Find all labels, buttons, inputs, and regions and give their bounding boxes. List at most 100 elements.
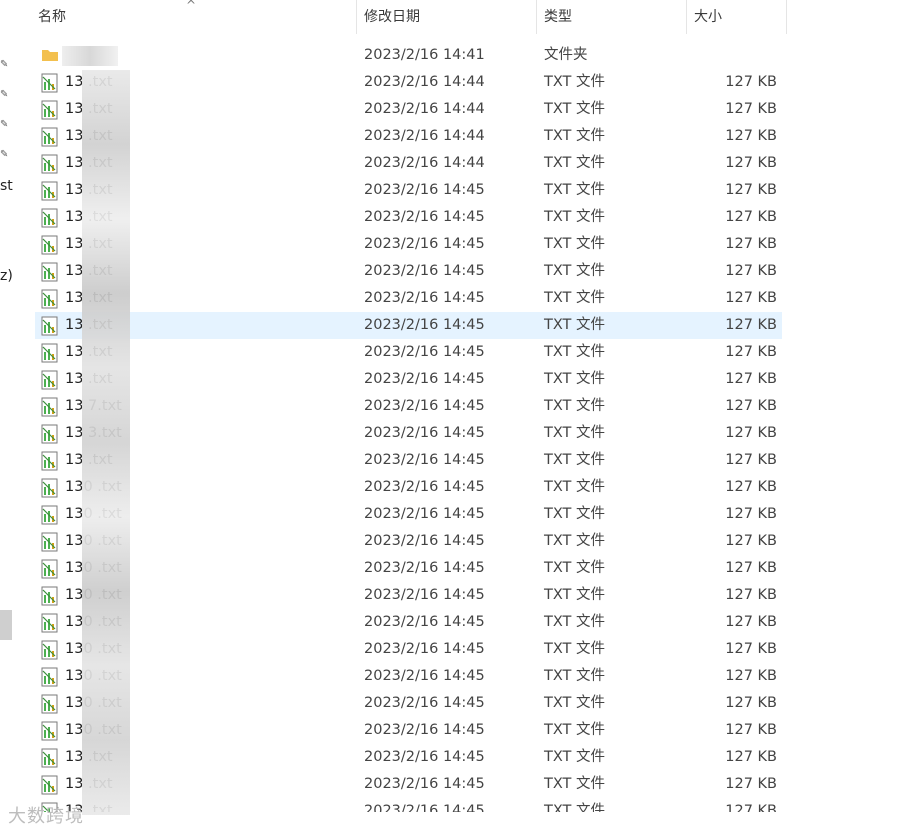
column-divider[interactable] bbox=[536, 0, 537, 34]
file-size: 127 KB bbox=[725, 290, 777, 306]
file-row[interactable]: 13 .txt2023/2/16 14:45TXT 文件127 KB bbox=[35, 312, 782, 339]
file-type: TXT 文件 bbox=[544, 344, 606, 360]
txt-file-icon bbox=[41, 235, 59, 255]
file-row[interactable]: 13 .txt2023/2/16 14:44TXT 文件127 KB bbox=[35, 69, 782, 96]
file-type: TXT 文件 bbox=[544, 641, 606, 657]
file-row[interactable]: 130 .txt2023/2/16 14:45TXT 文件127 KB bbox=[35, 528, 782, 555]
file-size: 127 KB bbox=[725, 398, 777, 414]
file-type: TXT 文件 bbox=[544, 398, 606, 414]
txt-file-icon bbox=[41, 586, 59, 606]
modified-date: 2023/2/16 14:45 bbox=[364, 398, 485, 414]
file-type: TXT 文件 bbox=[544, 425, 606, 441]
file-row[interactable]: 130 .txt2023/2/16 14:45TXT 文件127 KB bbox=[35, 474, 782, 501]
file-type: TXT 文件 bbox=[544, 155, 606, 171]
file-row[interactable]: 13 .txt2023/2/16 14:45TXT 文件127 KB bbox=[35, 447, 782, 474]
txt-file-icon bbox=[41, 262, 59, 282]
file-type: TXT 文件 bbox=[544, 749, 606, 765]
file-row[interactable]: 13 .txt2023/2/16 14:44TXT 文件127 KB bbox=[35, 123, 782, 150]
file-size: 127 KB bbox=[725, 641, 777, 657]
modified-date: 2023/2/16 14:45 bbox=[364, 209, 485, 225]
file-row[interactable]: 130 .txt2023/2/16 14:45TXT 文件127 KB bbox=[35, 609, 782, 636]
modified-date: 2023/2/16 14:45 bbox=[364, 479, 485, 495]
file-type: TXT 文件 bbox=[544, 290, 606, 306]
modified-date: 2023/2/16 14:41 bbox=[364, 47, 485, 63]
file-row[interactable]: 13 .txt2023/2/16 14:45TXT 文件127 KB bbox=[35, 231, 782, 258]
column-divider[interactable] bbox=[356, 0, 357, 34]
file-row[interactable]: 13 .txt2023/2/16 14:45TXT 文件127 KB bbox=[35, 771, 782, 798]
file-type: 文件夹 bbox=[544, 47, 588, 63]
file-row[interactable]: 13 .txt2023/2/16 14:44TXT 文件127 KB bbox=[35, 96, 782, 123]
file-type: TXT 文件 bbox=[544, 236, 606, 252]
file-row[interactable]: 13 .txt2023/2/16 14:45TXT 文件127 KB bbox=[35, 366, 782, 393]
file-row[interactable]: 130 .txt2023/2/16 14:45TXT 文件127 KB bbox=[35, 663, 782, 690]
modified-date: 2023/2/16 14:45 bbox=[364, 317, 485, 333]
file-size: 127 KB bbox=[725, 479, 777, 495]
file-size: 127 KB bbox=[725, 425, 777, 441]
modified-date: 2023/2/16 14:45 bbox=[364, 641, 485, 657]
file-row[interactable]: 13 .txt2023/2/16 14:45TXT 文件127 KB bbox=[35, 285, 782, 312]
file-row[interactable]: 13 .txt2023/2/16 14:44TXT 文件127 KB bbox=[35, 150, 782, 177]
file-type: TXT 文件 bbox=[544, 533, 606, 549]
file-row[interactable]: 13 .txt2023/2/16 14:45TXT 文件127 KB bbox=[35, 798, 782, 812]
folder-row[interactable]: 2023/2/16 14:41 文件夹 bbox=[35, 42, 782, 69]
redaction-blur bbox=[62, 46, 118, 66]
file-size: 127 KB bbox=[725, 263, 777, 279]
file-row[interactable]: 130 .txt2023/2/16 14:45TXT 文件127 KB bbox=[35, 717, 782, 744]
file-size: 127 KB bbox=[725, 101, 777, 117]
file-row[interactable]: 13 .txt2023/2/16 14:45TXT 文件127 KB bbox=[35, 339, 782, 366]
file-row[interactable]: 13 .txt2023/2/16 14:45TXT 文件127 KB bbox=[35, 744, 782, 771]
txt-file-icon bbox=[41, 721, 59, 741]
file-row[interactable]: 130 .txt2023/2/16 14:45TXT 文件127 KB bbox=[35, 690, 782, 717]
file-row[interactable]: 13 .txt2023/2/16 14:45TXT 文件127 KB bbox=[35, 204, 782, 231]
file-type: TXT 文件 bbox=[544, 668, 606, 684]
modified-date: 2023/2/16 14:45 bbox=[364, 533, 485, 549]
folder-icon bbox=[41, 46, 59, 66]
modified-date: 2023/2/16 14:45 bbox=[364, 668, 485, 684]
file-row[interactable]: 13 .txt2023/2/16 14:45TXT 文件127 KB bbox=[35, 177, 782, 204]
column-header-date[interactable]: 修改日期 bbox=[364, 0, 420, 34]
modified-date: 2023/2/16 14:45 bbox=[364, 290, 485, 306]
file-row[interactable]: 13 3.txt2023/2/16 14:45TXT 文件127 KB bbox=[35, 420, 782, 447]
column-header-type[interactable]: 类型 bbox=[544, 0, 572, 34]
txt-file-icon bbox=[41, 451, 59, 471]
txt-file-icon bbox=[41, 748, 59, 768]
file-size: 127 KB bbox=[725, 722, 777, 738]
file-row[interactable]: 13 7.txt2023/2/16 14:45TXT 文件127 KB bbox=[35, 393, 782, 420]
txt-file-icon bbox=[41, 667, 59, 687]
file-type: TXT 文件 bbox=[544, 479, 606, 495]
txt-file-icon bbox=[41, 127, 59, 147]
file-type: TXT 文件 bbox=[544, 101, 606, 117]
file-size: 127 KB bbox=[725, 533, 777, 549]
file-row[interactable]: 130 .txt2023/2/16 14:45TXT 文件127 KB bbox=[35, 501, 782, 528]
modified-date: 2023/2/16 14:45 bbox=[364, 722, 485, 738]
sort-ascending-icon: ^ bbox=[186, 0, 197, 12]
file-type: TXT 文件 bbox=[544, 614, 606, 630]
column-header-name[interactable]: 名称 bbox=[38, 0, 66, 34]
column-header-size[interactable]: 大小 bbox=[694, 0, 722, 34]
file-size: 127 KB bbox=[725, 155, 777, 171]
modified-date: 2023/2/16 14:45 bbox=[364, 614, 485, 630]
file-type: TXT 文件 bbox=[544, 209, 606, 225]
txt-file-icon bbox=[41, 397, 59, 417]
file-row[interactable]: 130 .txt2023/2/16 14:45TXT 文件127 KB bbox=[35, 582, 782, 609]
txt-file-icon bbox=[41, 505, 59, 525]
modified-date: 2023/2/16 14:44 bbox=[364, 74, 485, 90]
file-size: 127 KB bbox=[725, 452, 777, 468]
column-divider[interactable] bbox=[786, 0, 787, 34]
column-divider[interactable] bbox=[686, 0, 687, 34]
modified-date: 2023/2/16 14:44 bbox=[364, 128, 485, 144]
file-size: 127 KB bbox=[725, 749, 777, 765]
modified-date: 2023/2/16 14:45 bbox=[364, 236, 485, 252]
txt-file-icon bbox=[41, 316, 59, 336]
file-row[interactable]: 130 .txt2023/2/16 14:45TXT 文件127 KB bbox=[35, 555, 782, 582]
txt-file-icon bbox=[41, 775, 59, 795]
txt-file-icon bbox=[41, 478, 59, 498]
modified-date: 2023/2/16 14:45 bbox=[364, 371, 485, 387]
file-row[interactable]: 130 .txt2023/2/16 14:45TXT 文件127 KB bbox=[35, 636, 782, 663]
column-header: 名称 ^ 修改日期 类型 大小 bbox=[0, 0, 787, 34]
modified-date: 2023/2/16 14:44 bbox=[364, 101, 485, 117]
file-row[interactable]: 13 .txt2023/2/16 14:45TXT 文件127 KB bbox=[35, 258, 782, 285]
file-type: TXT 文件 bbox=[544, 317, 606, 333]
modified-date: 2023/2/16 14:45 bbox=[364, 560, 485, 576]
txt-file-icon bbox=[41, 73, 59, 93]
